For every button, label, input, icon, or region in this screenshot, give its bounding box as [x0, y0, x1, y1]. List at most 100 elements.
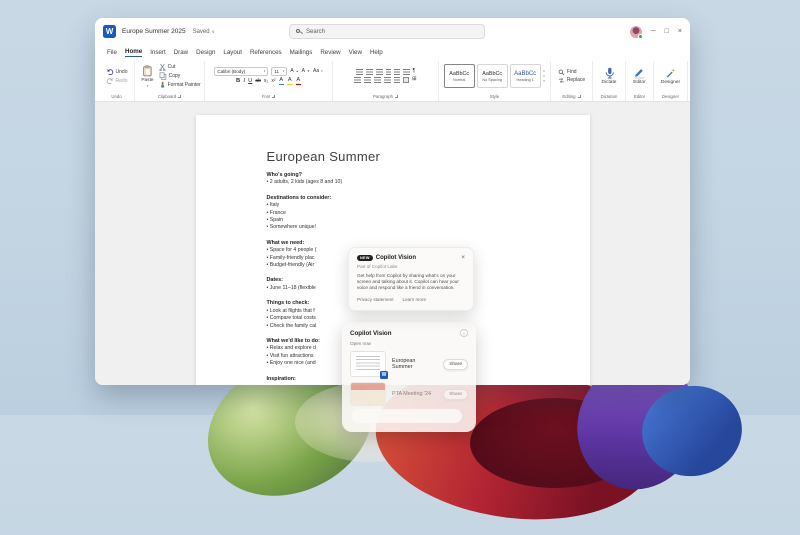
styles-scroll-down-icon[interactable]: ∨ [543, 74, 546, 78]
italic-button[interactable]: I [243, 79, 245, 85]
document-file-name: Europe Summer 2025 [122, 28, 186, 35]
learn-more-link[interactable]: Learn more [403, 297, 427, 302]
share-item-name: PTA Meeting '24 [392, 391, 437, 397]
copy-button[interactable]: Copy [159, 72, 201, 80]
paste-dropdown-icon: ▾ [147, 84, 149, 88]
tab-home[interactable]: Home [125, 48, 142, 57]
styles-scroll-up-icon[interactable]: ∧ [543, 69, 546, 73]
save-status-chevron-icon[interactable]: ∨ [212, 29, 215, 35]
increase-indent-icon[interactable] [394, 69, 400, 75]
font-size-select[interactable]: 11 ▾ [271, 67, 287, 76]
share-button[interactable]: Share [443, 359, 468, 370]
tab-layout[interactable]: Layout [223, 49, 242, 57]
share-button[interactable]: Share [443, 389, 468, 400]
font-dialog-launcher-icon[interactable] [272, 95, 275, 98]
bullet-list-icon[interactable] [356, 69, 363, 75]
info-icon[interactable]: i [460, 329, 468, 337]
share-item-european-summer[interactable]: W European Summer Share [350, 351, 468, 377]
tab-help[interactable]: Help [370, 49, 383, 57]
paste-button[interactable]: Paste ▾ [138, 65, 156, 88]
ribbon: Undo Redo Undo Paste ▾ [95, 59, 690, 102]
text-effects-button[interactable]: A [279, 78, 285, 85]
cut-button[interactable]: Cut [159, 63, 201, 71]
font-color-button[interactable]: A [296, 78, 302, 85]
highlight-color-button[interactable]: A [287, 78, 293, 85]
bold-button[interactable]: B [236, 79, 240, 85]
editing-dialog-launcher-icon[interactable] [578, 95, 581, 98]
align-left-icon[interactable] [354, 77, 361, 83]
undo-group: Undo Redo Undo [99, 61, 135, 101]
multilevel-list-icon[interactable] [376, 69, 383, 75]
clipboard-dialog-launcher-icon[interactable] [178, 95, 181, 98]
toast-close-icon[interactable]: × [461, 255, 465, 262]
strikethrough-button[interactable]: ab [255, 79, 261, 84]
share-item-name: European Summer [392, 358, 437, 370]
close-button[interactable]: × [678, 28, 682, 35]
designer-group: Designer Designer [654, 61, 688, 101]
tab-design[interactable]: Design [196, 49, 215, 57]
styles-more-icon[interactable]: ≡ [543, 79, 545, 83]
shrink-font-button[interactable]: A▼ [302, 69, 310, 74]
tab-insert[interactable]: Insert [150, 49, 165, 57]
decrease-indent-icon[interactable] [386, 69, 392, 75]
search-placeholder: Search [306, 29, 325, 35]
title-bar: W Europe Summer 2025 Saved ∨ Search ─ □ … [95, 18, 690, 45]
align-right-icon[interactable] [374, 77, 381, 83]
borders-icon[interactable]: ⊞ [412, 77, 417, 83]
font-family-select[interactable]: Calibri (Body) ▾ [214, 67, 268, 76]
justify-icon[interactable] [384, 77, 391, 83]
designer-button[interactable]: Designer [658, 67, 683, 85]
font-color-icon [296, 84, 302, 86]
grow-font-button[interactable]: A▲ [290, 69, 298, 74]
designer-wand-icon [665, 67, 676, 79]
toast-title: Copilot Vision [376, 255, 416, 261]
format-painter-button[interactable]: Format Painter [159, 81, 201, 89]
editor-group: Editor Editor [626, 61, 654, 101]
dictate-button[interactable]: Dictate [599, 67, 620, 85]
underline-button[interactable]: U [248, 79, 252, 85]
editor-button[interactable]: Editor [630, 67, 649, 85]
save-status[interactable]: Saved [193, 29, 210, 35]
panel-title: Copilot Vision [350, 330, 391, 337]
numbered-list-icon[interactable] [366, 69, 373, 75]
replace-button[interactable]: Replace [558, 77, 585, 84]
redo-button[interactable]: Redo [106, 77, 128, 85]
toast-body: Get help from Copilot by sharing what's … [357, 273, 465, 292]
tab-review[interactable]: Review [320, 49, 340, 57]
sort-icon[interactable] [403, 69, 410, 75]
format-painter-icon [159, 81, 166, 89]
undo-button[interactable]: Undo [106, 68, 128, 76]
replace-icon [558, 77, 565, 84]
superscript-button[interactable]: x² [271, 79, 275, 84]
subscript-button[interactable]: x₂ [264, 79, 268, 84]
presence-dot [638, 34, 643, 39]
paragraph-dialog-launcher-icon[interactable] [395, 95, 398, 98]
share-item-pta-meeting[interactable]: PTA Meeting '24 Share [350, 382, 468, 406]
font-group: Calibri (Body) ▾ 11 ▾ A▲ A▼ Aa▾ B I U ab [205, 61, 333, 101]
doc-bullet: France [267, 210, 560, 217]
shading-icon[interactable] [403, 77, 409, 83]
copilot-vision-toast: NEW Copilot Vision × Part of Copilot Lab… [348, 247, 474, 311]
style-normal[interactable]: AaBbCc Normal [444, 64, 475, 88]
tab-draw[interactable]: Draw [174, 49, 188, 57]
font-size-dropdown-icon: ▾ [283, 69, 285, 73]
line-spacing-icon[interactable] [394, 77, 400, 83]
search-input[interactable]: Search [289, 24, 485, 39]
tab-references[interactable]: References [250, 49, 282, 57]
style-heading-1[interactable]: AaBbCc Heading 1 [510, 64, 541, 88]
style-no-spacing[interactable]: AaBbCc No Spacing [477, 64, 508, 88]
doc-bullet: 2 adults, 2 kids (ages 8 and 10) [267, 179, 560, 186]
find-button[interactable]: Find [558, 69, 585, 76]
tab-view[interactable]: View [349, 49, 362, 57]
change-case-button[interactable]: Aa▾ [313, 69, 323, 74]
show-formatting-marks-icon[interactable]: ¶ [413, 69, 416, 75]
tab-mailings[interactable]: Mailings [290, 49, 313, 57]
avatar[interactable] [630, 26, 642, 38]
align-center-icon[interactable] [364, 77, 371, 83]
maximize-button[interactable]: □ [665, 28, 669, 35]
microphone-icon [604, 67, 615, 79]
word-badge-icon: W [380, 371, 388, 379]
tab-file[interactable]: File [107, 49, 117, 57]
privacy-statement-link[interactable]: Privacy statement [357, 297, 394, 302]
minimize-button[interactable]: ─ [651, 28, 656, 35]
